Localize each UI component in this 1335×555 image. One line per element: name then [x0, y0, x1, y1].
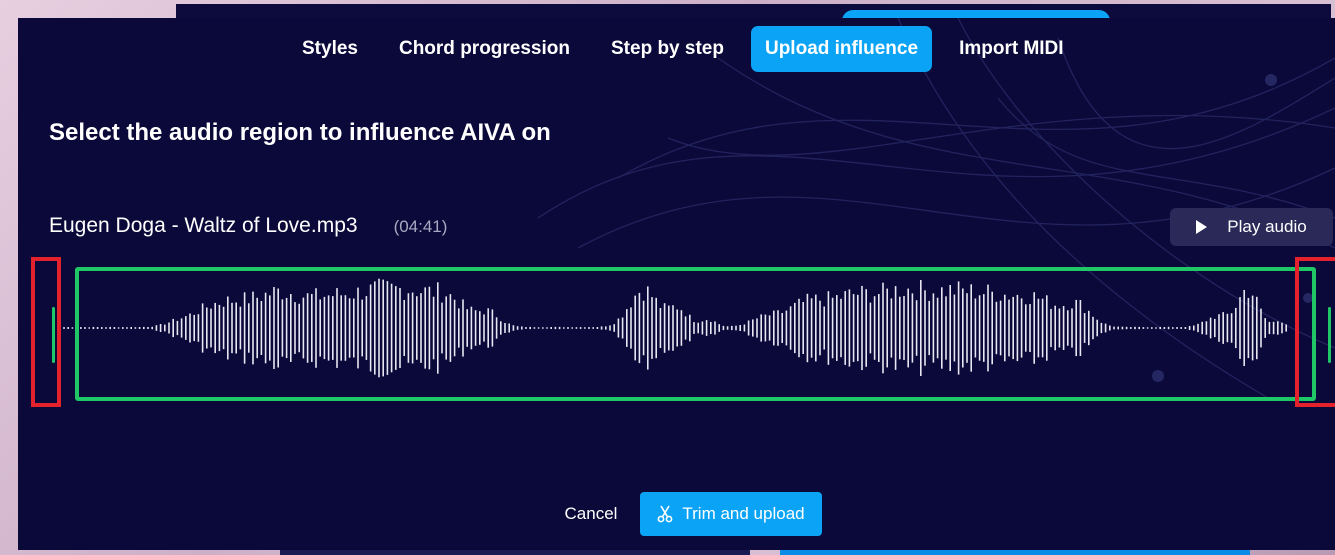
file-info: Eugen Doga - Waltz of Love.mp3 (04:41)	[49, 214, 447, 238]
tab-import-midi[interactable]: Import MIDI	[945, 26, 1078, 72]
region-start-handle-highlight[interactable]	[31, 257, 61, 407]
trim-and-upload-button[interactable]: Trim and upload	[640, 492, 822, 536]
play-icon	[1196, 220, 1208, 234]
play-audio-button[interactable]: Play audio	[1170, 208, 1333, 246]
trim-and-upload-label: Trim and upload	[682, 504, 805, 523]
tab-styles[interactable]: Styles	[288, 26, 372, 72]
region-start-grip[interactable]	[52, 307, 55, 363]
page-title: Select the audio region to influence AIV…	[49, 119, 551, 146]
file-duration: (04:41)	[393, 217, 448, 236]
file-name: Eugen Doga - Waltz of Love.mp3	[49, 214, 358, 237]
cancel-button[interactable]: Cancel	[550, 492, 632, 536]
selected-region[interactable]	[75, 267, 1316, 401]
play-audio-label: Play audio	[1227, 217, 1307, 236]
tab-bar: Styles Chord progression Step by step Up…	[288, 23, 1091, 75]
upload-influence-modal: Styles Chord progression Step by step Up…	[18, 18, 1335, 550]
tab-upload-influence[interactable]: Upload influence	[750, 26, 933, 72]
region-end-grip[interactable]	[1328, 307, 1331, 363]
scissors-icon	[657, 505, 673, 523]
tab-step-by-step[interactable]: Step by step	[597, 26, 738, 72]
tab-chord-progression[interactable]: Chord progression	[385, 26, 584, 72]
